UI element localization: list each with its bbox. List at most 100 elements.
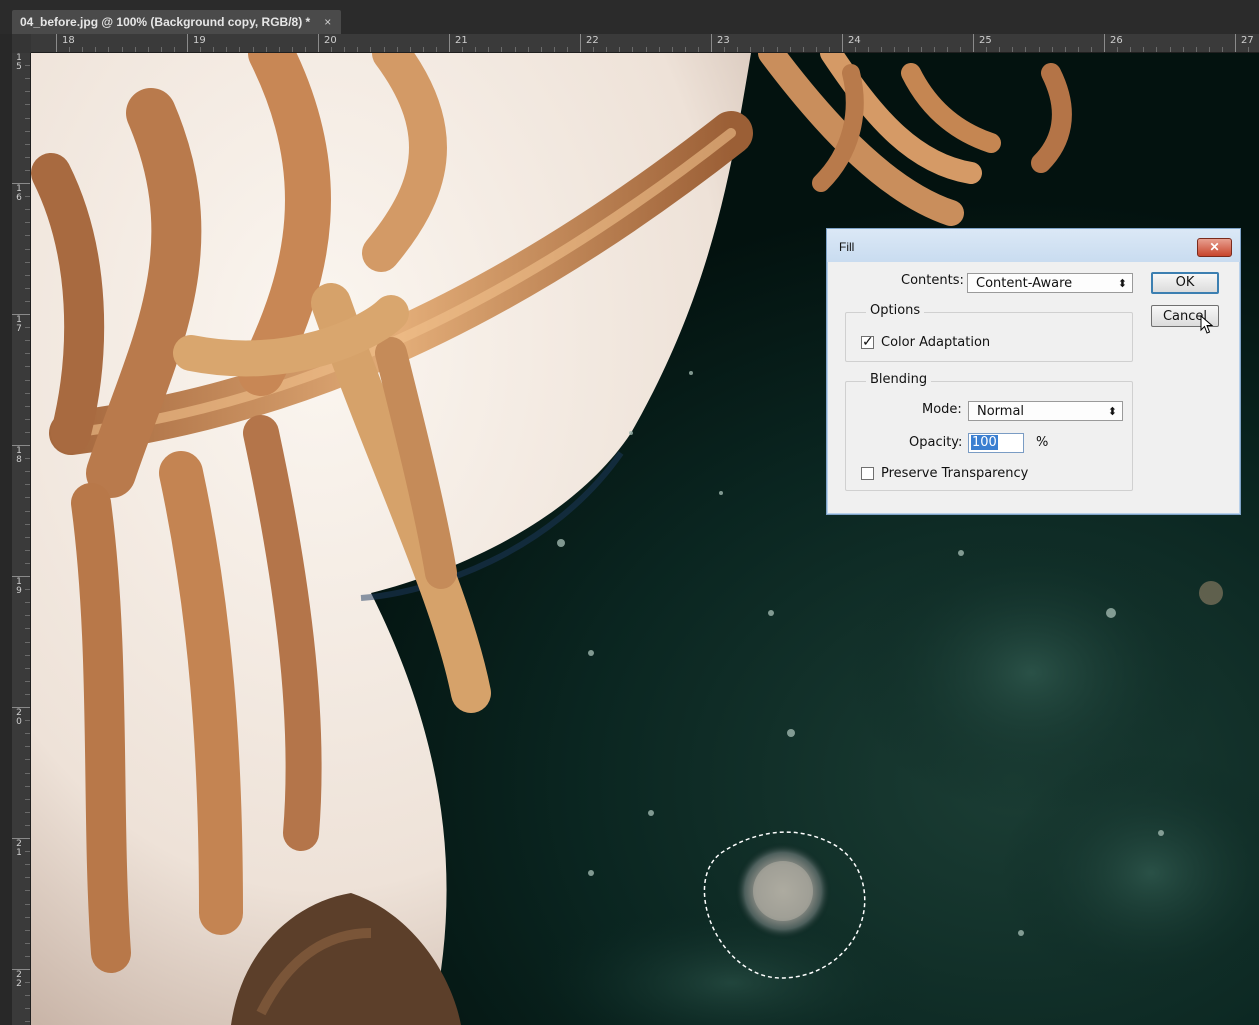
ruler-minor-tick xyxy=(25,261,30,263)
ruler-minor-tick xyxy=(25,562,30,564)
ruler-minor-tick xyxy=(25,143,30,145)
ruler-label: 22 xyxy=(16,970,22,989)
ruler-label: 20 xyxy=(16,708,22,727)
ruler-minor-tick xyxy=(527,47,529,52)
ruler-minor-tick xyxy=(25,91,30,93)
ruler-minor-tick xyxy=(25,746,30,748)
ruler-minor-tick xyxy=(724,47,726,52)
opacity-input[interactable]: 100 xyxy=(968,433,1024,453)
ruler-minor-tick xyxy=(25,641,30,643)
ruler-minor-tick xyxy=(25,536,30,538)
ruler-minor-tick xyxy=(25,523,30,525)
vertical-ruler[interactable]: 15 16 17 18 19 20 21 22 xyxy=(12,52,31,1025)
ruler-major-tick xyxy=(1104,34,1105,52)
ruler-minor-tick xyxy=(1195,47,1197,52)
select-arrows-icon: ⬍ xyxy=(1117,277,1127,290)
ruler-minor-tick xyxy=(1208,47,1210,52)
ruler-minor-tick xyxy=(25,405,30,407)
select-arrows-icon: ⬍ xyxy=(1107,405,1117,418)
ruler-minor-tick xyxy=(946,47,948,52)
dialog-title-bar[interactable]: Fill ✕ xyxy=(827,229,1240,262)
ruler-minor-tick xyxy=(920,47,922,52)
ruler-label: 18 xyxy=(16,446,22,465)
contents-label: Contents: xyxy=(901,273,964,288)
opacity-value: 100 xyxy=(971,435,998,450)
ruler-label: 16 xyxy=(16,184,22,203)
photo-anemone xyxy=(31,53,1259,1025)
contents-select[interactable]: Content-Aware ⬍ xyxy=(967,273,1133,293)
ruler-minor-tick xyxy=(25,497,30,499)
ruler-major-tick xyxy=(711,34,712,52)
ruler-minor-tick xyxy=(25,117,30,119)
ok-button[interactable]: OK xyxy=(1151,272,1219,294)
ruler-minor-tick xyxy=(25,929,30,931)
ruler-minor-tick xyxy=(540,47,542,52)
ruler-minor-tick xyxy=(1038,47,1040,52)
ruler-minor-tick xyxy=(25,484,30,486)
ruler-minor-tick xyxy=(514,47,516,52)
ruler-minor-tick xyxy=(566,47,568,52)
ruler-minor-tick xyxy=(25,720,30,722)
ruler-major-tick xyxy=(973,34,974,52)
ruler-minor-tick xyxy=(239,47,241,52)
ruler-minor-tick xyxy=(278,47,280,52)
ruler-minor-tick xyxy=(1025,47,1027,52)
ruler-minor-tick xyxy=(134,47,136,52)
ruler-minor-tick xyxy=(763,47,765,52)
ruler-minor-tick xyxy=(737,47,739,52)
close-icon[interactable]: × xyxy=(324,10,331,34)
mouse-pointer-icon xyxy=(1200,315,1214,334)
ruler-minor-tick xyxy=(828,47,830,52)
ruler-minor-tick xyxy=(344,47,346,52)
ruler-minor-tick xyxy=(25,300,30,302)
ruler-major-tick xyxy=(842,34,843,52)
ruler-minor-tick xyxy=(121,47,123,52)
ruler-minor-tick xyxy=(25,982,30,984)
preserve-transparency-label: Preserve Transparency xyxy=(881,466,1029,481)
ruler-minor-tick xyxy=(881,47,883,52)
ruler-minor-tick xyxy=(1130,47,1132,52)
ruler-minor-tick xyxy=(25,392,30,394)
ruler-minor-tick xyxy=(25,785,30,787)
ruler-minor-tick xyxy=(25,811,30,813)
ruler-minor-tick xyxy=(815,47,817,52)
ruler-minor-tick xyxy=(684,47,686,52)
ruler-minor-tick xyxy=(1169,47,1171,52)
ruler-minor-tick xyxy=(252,47,254,52)
horizontal-ruler[interactable]: 18 19 20 21 22 23 24 25 26 27 xyxy=(12,34,1259,53)
ruler-minor-tick xyxy=(213,47,215,52)
ruler-minor-tick xyxy=(291,47,293,52)
mode-select[interactable]: Normal ⬍ xyxy=(968,401,1123,421)
ruler-origin[interactable] xyxy=(12,34,31,53)
ruler-minor-tick xyxy=(855,47,857,52)
preserve-transparency-checkbox[interactable] xyxy=(861,467,874,480)
blending-legend: Blending xyxy=(866,372,932,387)
image-canvas[interactable] xyxy=(31,53,1259,1025)
ruler-minor-tick xyxy=(25,877,30,879)
ruler-minor-tick xyxy=(25,995,30,997)
ruler-minor-tick xyxy=(160,47,162,52)
ruler-label: 20 xyxy=(324,35,337,46)
ruler-minor-tick xyxy=(69,47,71,52)
document-tab-bar: 04_before.jpg @ 100% (Background copy, R… xyxy=(0,0,1259,34)
ruler-minor-tick xyxy=(25,916,30,918)
document-tab[interactable]: 04_before.jpg @ 100% (Background copy, R… xyxy=(12,10,342,34)
ruler-major-tick xyxy=(449,34,450,52)
ruler-label: 18 xyxy=(62,35,75,46)
ruler-label: 23 xyxy=(717,35,730,46)
ruler-major-tick xyxy=(56,34,57,52)
contents-value: Content-Aware xyxy=(976,276,1073,291)
ruler-label: 17 xyxy=(16,315,22,334)
document-tab-title: 04_before.jpg @ 100% (Background copy, R… xyxy=(20,15,311,29)
close-icon[interactable]: ✕ xyxy=(1197,238,1232,257)
ruler-minor-tick xyxy=(632,47,634,52)
ruler-minor-tick xyxy=(25,602,30,604)
ruler-minor-tick xyxy=(200,47,202,52)
ruler-minor-tick xyxy=(25,156,30,158)
ruler-minor-tick xyxy=(606,47,608,52)
ruler-minor-tick xyxy=(82,47,84,52)
ruler-minor-tick xyxy=(25,327,30,329)
color-adaptation-checkbox[interactable]: ✓ xyxy=(861,333,874,349)
ruler-minor-tick xyxy=(986,47,988,52)
ruler-minor-tick xyxy=(95,47,97,52)
